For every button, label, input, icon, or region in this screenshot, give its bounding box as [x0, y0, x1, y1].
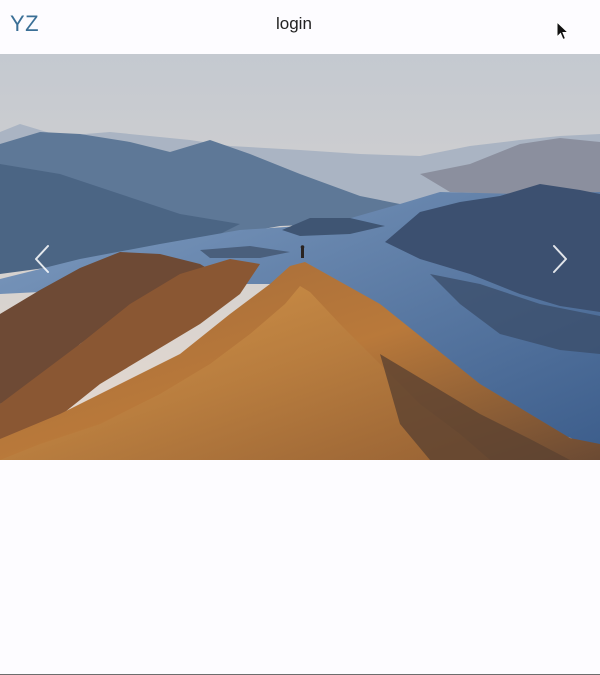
mouse-cursor-icon — [556, 21, 570, 41]
chevron-right-icon — [553, 245, 567, 273]
login-link[interactable]: login — [276, 14, 312, 34]
carousel-next-button[interactable] — [530, 54, 600, 460]
chevron-left-icon — [35, 245, 49, 273]
navbar: YZ login — [0, 0, 600, 54]
image-carousel[interactable] — [0, 54, 600, 460]
carousel-prev-button[interactable] — [0, 54, 70, 460]
page: YZ login — [0, 0, 600, 675]
brand-logo-link[interactable]: YZ — [10, 11, 39, 37]
landscape-photo-icon — [0, 54, 600, 460]
